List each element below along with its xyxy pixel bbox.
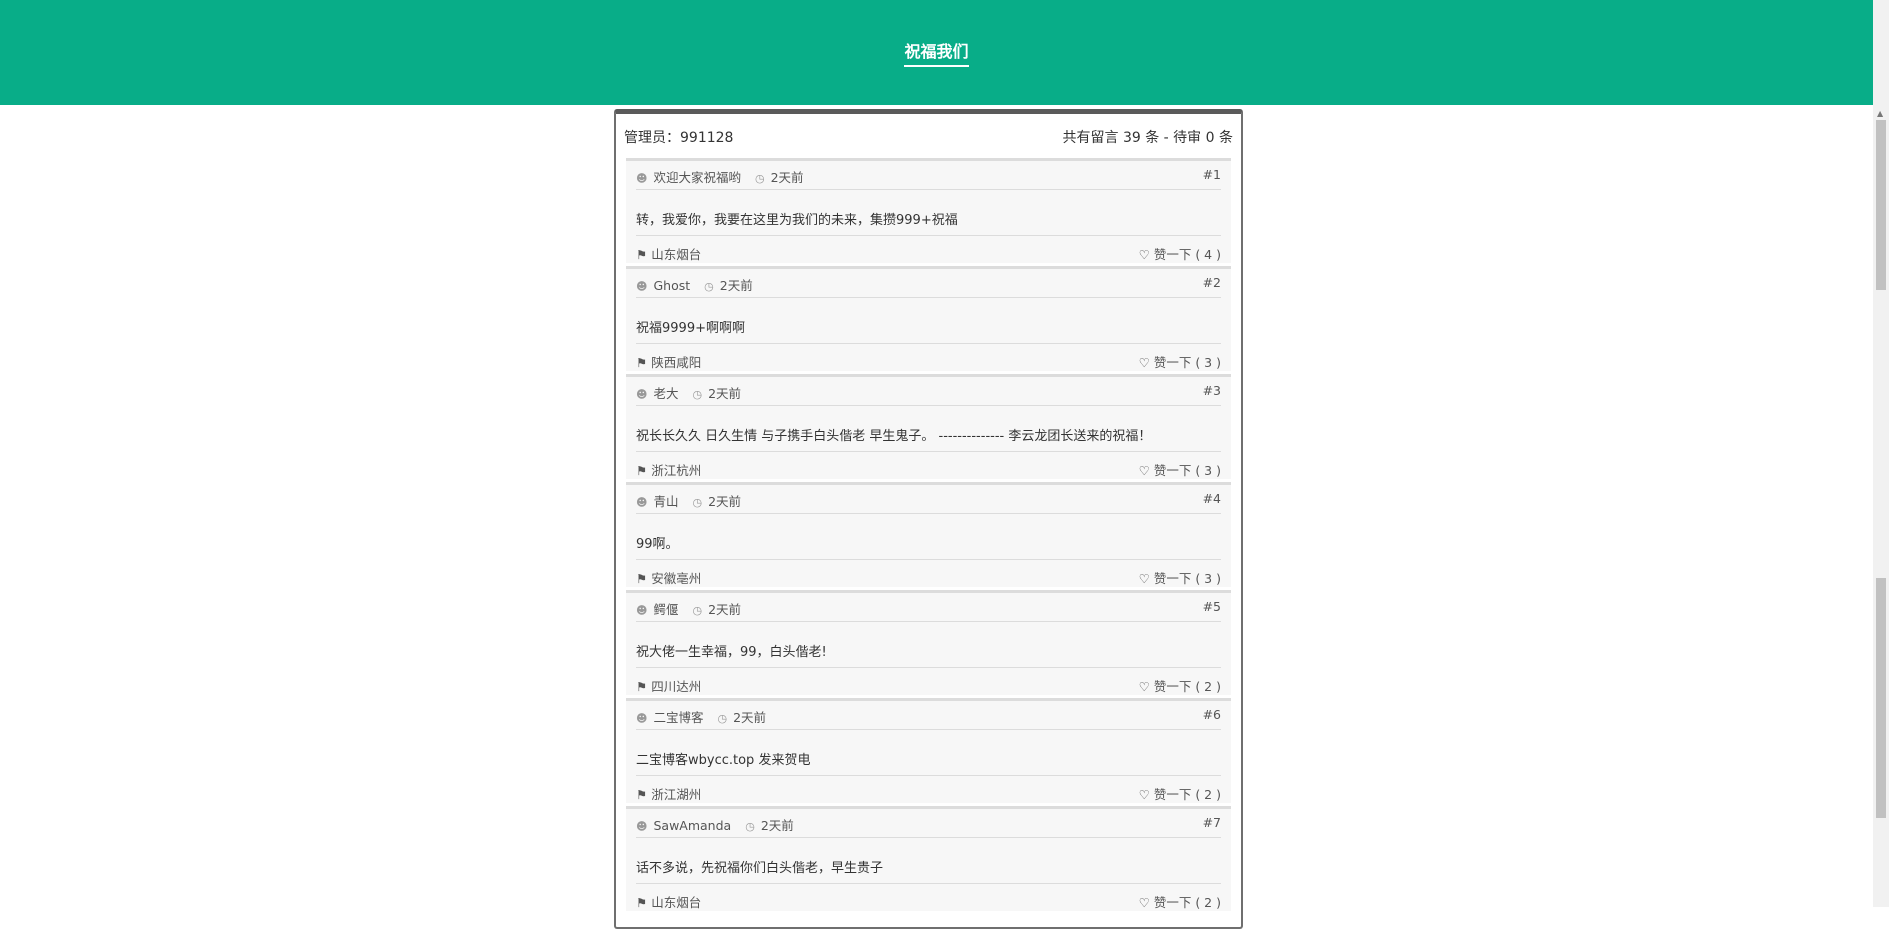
- message-number: #2: [1202, 275, 1221, 290]
- post-time: 2天前: [708, 494, 742, 509]
- author-name: 欢迎大家祝福哟: [653, 170, 741, 185]
- location: 浙江湖州: [651, 787, 702, 802]
- heart-icon: ♡: [1138, 679, 1150, 694]
- location-flag-icon: ⚑: [636, 895, 648, 910]
- user-icon: ☻: [636, 820, 648, 833]
- like-button[interactable]: ♡ 赞一下 ( 2 ): [1139, 892, 1221, 911]
- post-time: 2天前: [708, 386, 742, 401]
- user-icon: ☻: [636, 496, 648, 509]
- message-text: 99啊。: [636, 537, 679, 552]
- location: 浙江杭州: [651, 463, 702, 478]
- message-number: #5: [1202, 599, 1221, 614]
- like-button[interactable]: ♡ 赞一下 ( 2 ): [1139, 784, 1221, 803]
- message-item: ☻ Ghost ◷ 2天前 #2 祝福9999+啊啊啊 ⚑ 陕西咸阳 ♡ 赞一下 ( 3 …: [626, 266, 1231, 371]
- heart-icon: ♡: [1138, 895, 1150, 910]
- message-text: 二宝博客wbycc.top 发来贺电: [636, 753, 811, 768]
- post-time: 2天前: [719, 278, 753, 293]
- user-icon: ☻: [636, 172, 648, 185]
- message-item: ☻ 老大 ◷ 2天前 #3 祝长长久久 日久生情 与子携手白头偕老 早生鬼子。 ----…: [626, 374, 1231, 479]
- message-text: 转，我爱你，我要在这里为我们的未来，集攒999+祝福: [636, 213, 958, 228]
- location-flag-icon: ⚑: [636, 679, 648, 694]
- message-number: #6: [1202, 707, 1221, 722]
- post-time: 2天前: [708, 602, 742, 617]
- message-item: ☻ SawAmanda ◷ 2天前 #7 话不多说，先祝福你们白头偕老，早生贵子 ⚑ 山…: [626, 806, 1231, 911]
- message-item: ☻ 二宝博客 ◷ 2天前 #6 二宝博客wbycc.top 发来贺电 ⚑ 浙江湖州 ♡ 赞…: [626, 698, 1231, 803]
- location: 山东烟台: [651, 247, 702, 262]
- author-name: Ghost: [653, 278, 691, 293]
- message-number: #1: [1202, 167, 1221, 182]
- panel-header: 管理员：991128 共有留言 39 条 - 待审 0 条: [624, 127, 1233, 147]
- heart-icon: ♡: [1138, 787, 1150, 802]
- message-list: ☻ 欢迎大家祝福哟 ◷ 2天前 #1 转，我爱你，我要在这里为我们的未来，集攒999+祝…: [626, 158, 1231, 914]
- clock-icon: ◷: [717, 712, 728, 725]
- clock-icon: ◷: [745, 820, 755, 833]
- heart-icon: ♡: [1138, 355, 1150, 370]
- like-button[interactable]: ♡ 赞一下 ( 4 ): [1139, 244, 1221, 263]
- heart-icon: ♡: [1138, 463, 1150, 478]
- clock-icon: ◷: [692, 604, 703, 617]
- message-item: ☻ 青山 ◷ 2天前 #4 99啊。 ⚑ 安徽亳州 ♡ 赞一下 ( 3 ): [626, 482, 1231, 587]
- clock-icon: ◷: [692, 388, 703, 401]
- location-flag-icon: ⚑: [636, 355, 648, 370]
- location: 四川达州: [651, 679, 702, 694]
- message-number: #4: [1202, 491, 1221, 506]
- scrollbar-thumb[interactable]: [1876, 120, 1886, 290]
- author-name: 鳄偃: [653, 602, 679, 617]
- location: 山东烟台: [651, 895, 702, 910]
- user-icon: ☻: [636, 280, 648, 293]
- clock-icon: ◷: [692, 496, 703, 509]
- author-name: 老大: [653, 386, 679, 401]
- message-item: ☻ 欢迎大家祝福哟 ◷ 2天前 #1 转，我爱你，我要在这里为我们的未来，集攒999+祝…: [626, 158, 1231, 263]
- message-number: #7: [1202, 815, 1221, 830]
- post-time: 2天前: [760, 818, 794, 833]
- like-button[interactable]: ♡ 赞一下 ( 2 ): [1139, 676, 1221, 695]
- location-flag-icon: ⚑: [636, 787, 648, 802]
- clock-icon: ◷: [704, 280, 714, 293]
- post-time: 2天前: [770, 170, 804, 185]
- page-title[interactable]: 祝福我们: [904, 38, 969, 67]
- author-name: 二宝博客: [653, 710, 704, 725]
- user-icon: ☻: [636, 604, 648, 617]
- message-number: #3: [1202, 383, 1221, 398]
- message-stats: 共有留言 39 条 - 待审 0 条: [1062, 130, 1233, 146]
- location-flag-icon: ⚑: [636, 247, 648, 262]
- like-button[interactable]: ♡ 赞一下 ( 3 ): [1139, 352, 1221, 371]
- heart-icon: ♡: [1138, 571, 1150, 586]
- location-flag-icon: ⚑: [636, 571, 648, 586]
- like-button[interactable]: ♡ 赞一下 ( 3 ): [1139, 568, 1221, 587]
- message-text: 祝大佬一生幸福，99，白头偕老!: [636, 645, 827, 660]
- message-text: 祝长长久久 日久生情 与子携手白头偕老 早生鬼子。 --------------…: [636, 429, 1152, 444]
- message-text: 祝福9999+啊啊啊: [636, 321, 745, 336]
- guestbook-panel: 管理员：991128 共有留言 39 条 - 待审 0 条 ☻ 欢迎大家祝福哟 ◷ 2…: [614, 109, 1243, 929]
- top-banner: 祝福我们: [0, 0, 1873, 105]
- heart-icon: ♡: [1138, 247, 1150, 262]
- message-text: 话不多说，先祝福你们白头偕老，早生贵子: [636, 861, 884, 876]
- location: 陕西咸阳: [651, 355, 702, 370]
- location: 安徽亳州: [651, 571, 702, 586]
- user-icon: ☻: [636, 388, 648, 401]
- like-button[interactable]: ♡ 赞一下 ( 3 ): [1139, 460, 1221, 479]
- post-time: 2天前: [733, 710, 767, 725]
- message-item: ☻ 鳄偃 ◷ 2天前 #5 祝大佬一生幸福，99，白头偕老! ⚑ 四川达州 ♡ 赞一下 (…: [626, 590, 1231, 695]
- clock-icon: ◷: [754, 172, 765, 185]
- author-name: SawAmanda: [653, 818, 732, 833]
- location-flag-icon: ⚑: [636, 463, 648, 478]
- admin-label: 管理员：991128: [624, 130, 734, 146]
- scrollbar-thumb-lower[interactable]: [1876, 578, 1886, 818]
- user-icon: ☻: [636, 712, 648, 725]
- scroll-up-icon[interactable]: ▲: [1877, 109, 1883, 118]
- author-name: 青山: [653, 494, 679, 509]
- scrollbar-track-top: [1873, 0, 1889, 105]
